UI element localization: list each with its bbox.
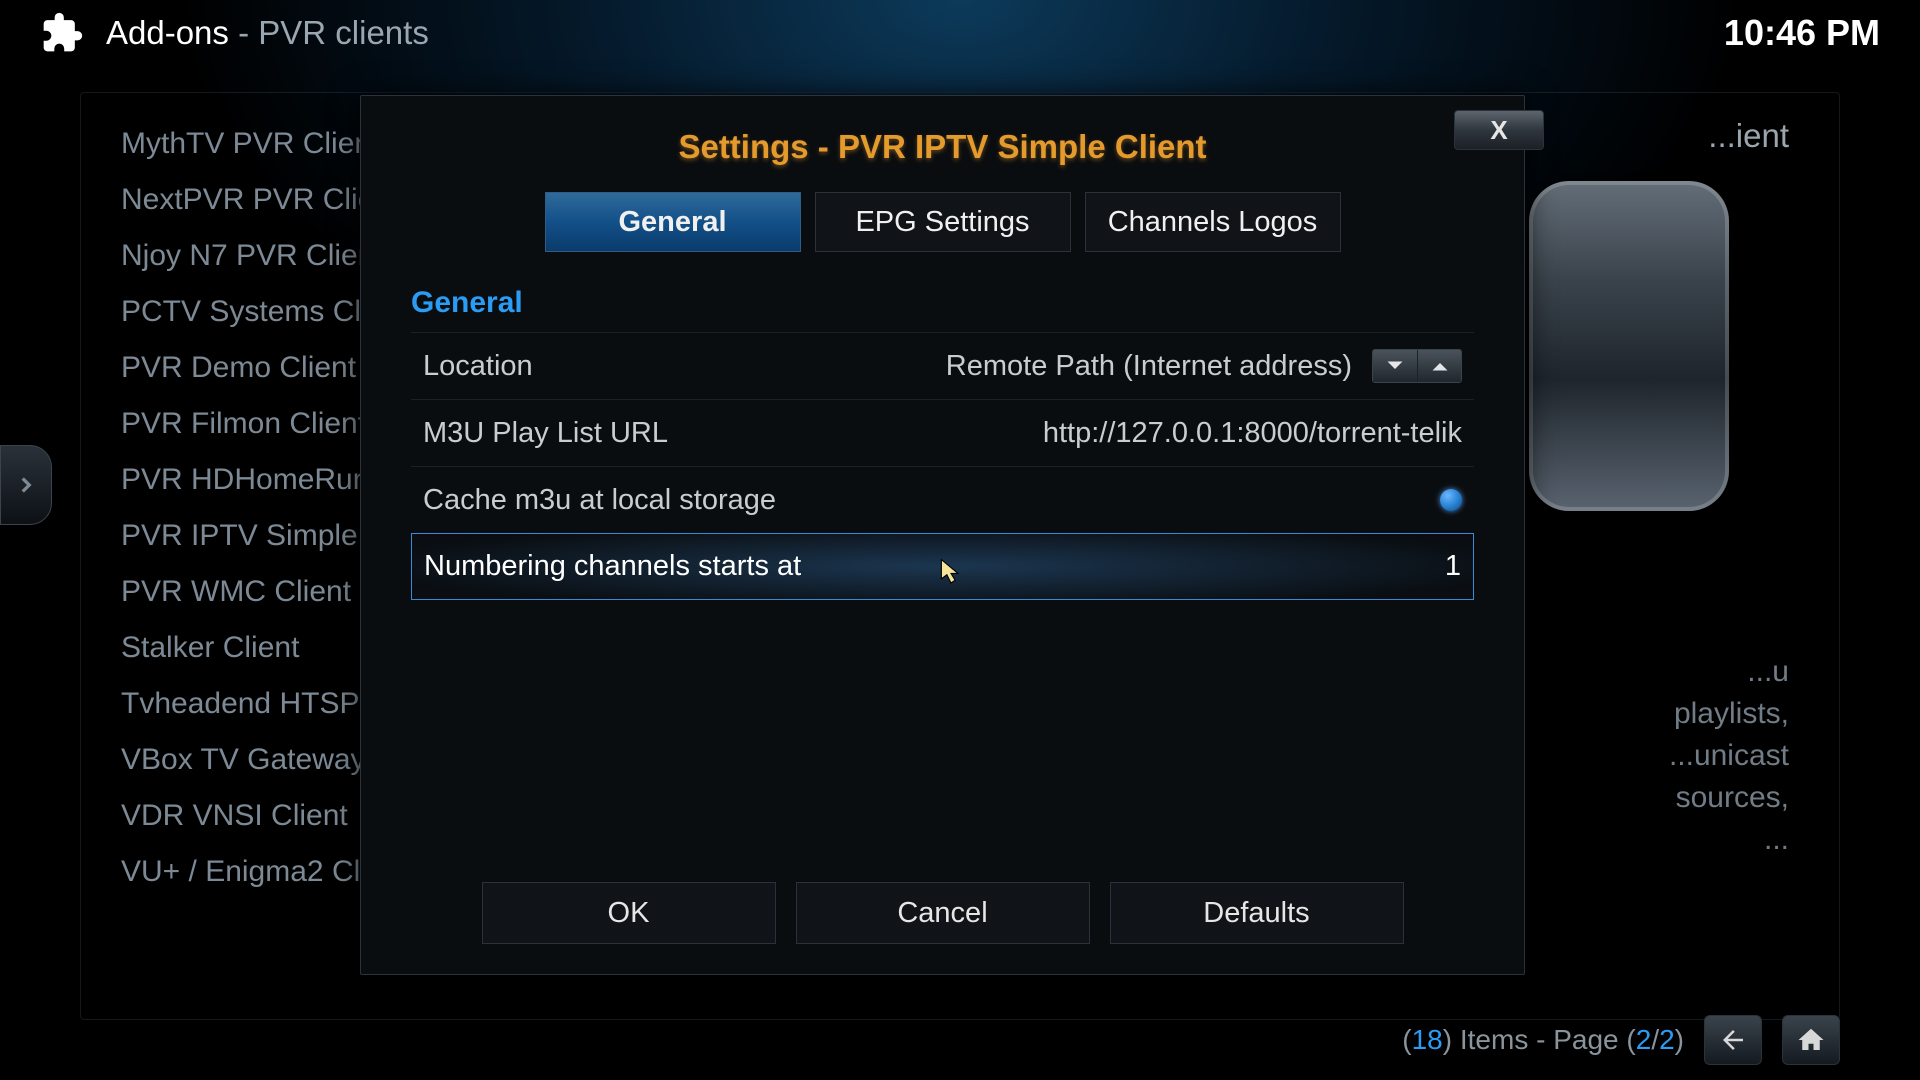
radio-enabled-icon bbox=[1440, 489, 1462, 511]
footer: (18) Items - Page (2/2) bbox=[80, 1010, 1840, 1070]
arrow-left-icon bbox=[1718, 1025, 1748, 1055]
page-indicator: (18) Items - Page (2/2) bbox=[1402, 1024, 1684, 1056]
addon-description-truncated: ...u playlists, ...unicast sources, ... bbox=[1641, 651, 1789, 861]
breadcrumb-main: Add-ons bbox=[106, 14, 229, 51]
chevron-down-icon bbox=[1386, 360, 1404, 372]
cursor-icon bbox=[940, 558, 962, 586]
setting-value: 1 bbox=[1445, 550, 1461, 583]
spinner-down-button[interactable] bbox=[1373, 350, 1417, 382]
dialog-buttons: OK Cancel Defaults bbox=[411, 852, 1474, 944]
side-panel-toggle[interactable] bbox=[0, 445, 52, 525]
spinner-control bbox=[1372, 349, 1462, 383]
cancel-button[interactable]: Cancel bbox=[796, 882, 1090, 944]
setting-label: Location bbox=[423, 350, 533, 383]
home-icon bbox=[1796, 1025, 1826, 1055]
close-icon: X bbox=[1490, 115, 1507, 146]
breadcrumb: Add-ons - PVR clients bbox=[106, 14, 429, 52]
spinner-up-button[interactable] bbox=[1417, 350, 1461, 382]
setting-value: Remote Path (Internet address) bbox=[946, 350, 1352, 383]
chevron-up-icon bbox=[1431, 360, 1449, 372]
breadcrumb-sub: - PVR clients bbox=[238, 14, 429, 51]
setting-label: Cache m3u at local storage bbox=[423, 484, 776, 517]
settings-dialog: X Settings - PVR IPTV Simple Client Gene… bbox=[360, 95, 1525, 975]
setting-cache-m3u[interactable]: Cache m3u at local storage bbox=[411, 466, 1474, 533]
setting-value: http://127.0.0.1:8000/torrent-telik bbox=[1043, 417, 1462, 450]
addons-puzzle-icon bbox=[40, 11, 84, 55]
dialog-title: Settings - PVR IPTV Simple Client bbox=[411, 128, 1474, 166]
setting-m3u-url[interactable]: M3U Play List URL http://127.0.0.1:8000/… bbox=[411, 399, 1474, 466]
dialog-tabs: General EPG Settings Channels Logos bbox=[411, 192, 1474, 252]
defaults-button[interactable]: Defaults bbox=[1110, 882, 1404, 944]
tab-general[interactable]: General bbox=[545, 192, 801, 252]
close-button[interactable]: X bbox=[1454, 110, 1544, 150]
ok-button[interactable]: OK bbox=[482, 882, 776, 944]
tab-epg-settings[interactable]: EPG Settings bbox=[815, 192, 1071, 252]
clock: 10:46 PM bbox=[1724, 12, 1880, 54]
addon-art-placeholder bbox=[1529, 181, 1729, 511]
home-button[interactable] bbox=[1782, 1015, 1840, 1065]
section-header-general: General bbox=[411, 286, 1474, 320]
setting-label: Numbering channels starts at bbox=[424, 550, 801, 583]
setting-location[interactable]: Location Remote Path (Internet address) bbox=[411, 332, 1474, 399]
setting-label: M3U Play List URL bbox=[423, 417, 668, 450]
tab-channels-logos[interactable]: Channels Logos bbox=[1085, 192, 1341, 252]
back-button[interactable] bbox=[1704, 1015, 1762, 1065]
addon-title-truncated: ...ient bbox=[1708, 117, 1789, 155]
topbar: Add-ons - PVR clients 10:46 PM bbox=[0, 0, 1920, 65]
